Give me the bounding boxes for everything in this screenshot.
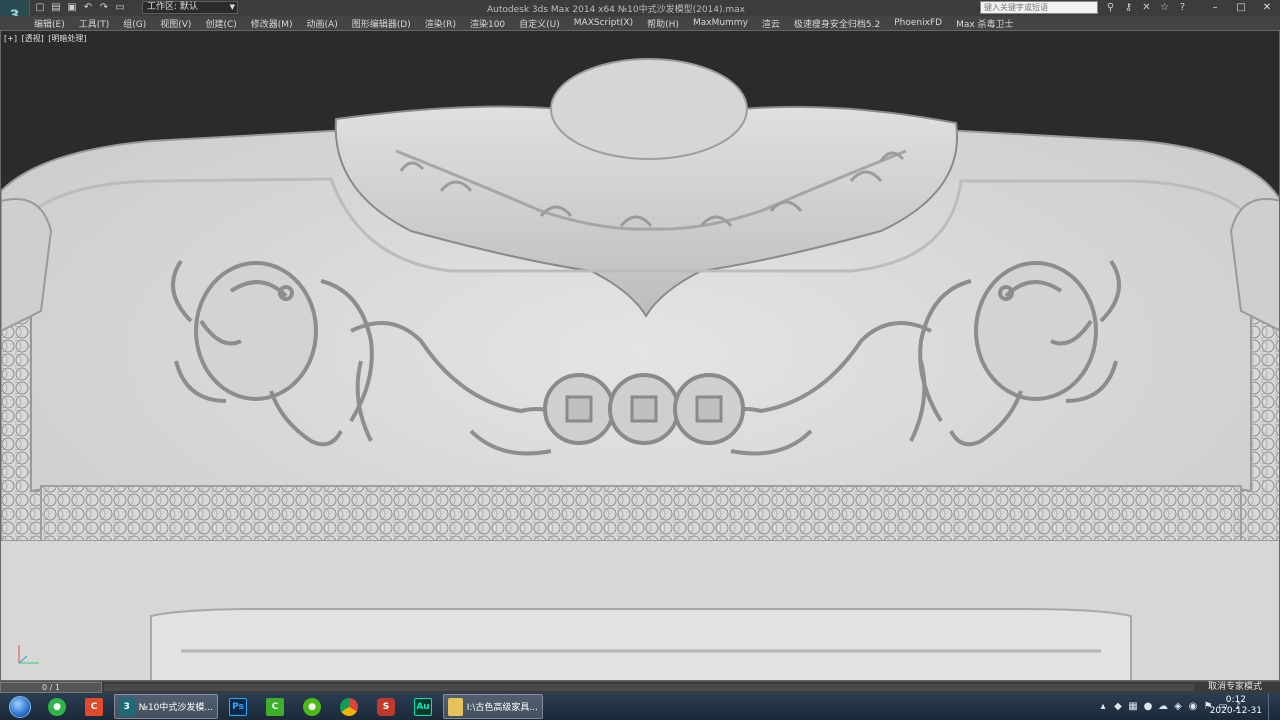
start-button[interactable] (0, 693, 40, 720)
taskbar-3dsmax-label: №10中式沙发模... (138, 703, 213, 713)
tray-app-icon[interactable]: ◆ (1112, 701, 1124, 712)
title-bar: 3 ▢ ▤ ▣ ↶ ↷ ▭ 工作区: 默认 ▼ Autodesk 3ds Max… (0, 0, 1280, 32)
folder-icon (448, 697, 463, 716)
menu-tools[interactable]: 工具(T) (79, 17, 110, 30)
taskbar-3dsmax[interactable]: 3 №10中式沙发模... (114, 694, 218, 719)
axis-gizmo (18, 645, 39, 664)
menu-customize[interactable]: 自定义(U) (519, 17, 560, 30)
taskbar-audition[interactable]: Au (406, 694, 440, 719)
clock-date: 2020-12-31 (1209, 706, 1262, 716)
sketchup-icon: S (377, 697, 395, 716)
windows-logo-icon (9, 695, 31, 718)
menu-renderyun[interactable]: 渲云 (762, 17, 780, 30)
menu-create[interactable]: 创建(C) (205, 17, 236, 30)
audition-icon: Au (414, 697, 432, 716)
viewport-pov-label[interactable]: [透视] (22, 34, 44, 43)
window-title: Autodesk 3ds Max 2014 x64 №10中式沙发模型(2014… (487, 5, 745, 15)
taskbar-explorer[interactable]: I:\古色高级家具... (443, 694, 543, 719)
taskbar-wechat[interactable]: ● (40, 694, 74, 719)
viewport-shading-label[interactable]: [明暗处理] (48, 34, 86, 43)
viewport-label[interactable]: [+] [透视] [明暗处理] (4, 33, 89, 44)
photoshop-icon: Ps (229, 697, 247, 716)
taskbar-explorer-label: I:\古色高级家具... (466, 703, 538, 713)
workspace-dropdown[interactable]: 工作区: 默认 ▼ (142, 1, 238, 14)
frame-counter[interactable]: 0 / 1 (0, 682, 102, 693)
tray-expand-icon[interactable]: ▴ (1097, 701, 1109, 712)
open-file-icon[interactable]: ▤ (50, 2, 62, 14)
menu-archive[interactable]: 极速瘦身安全归档5.2 (794, 17, 880, 30)
tray-cloud-icon[interactable]: ☁ (1157, 701, 1169, 712)
taskbar-photoshop[interactable]: Ps (221, 694, 255, 719)
exchange-icon[interactable]: ✕ (1140, 1, 1153, 14)
menu-bar: 编辑(E) 工具(T) 组(G) 视图(V) 创建(C) 修改器(M) 动画(A… (0, 16, 1280, 30)
window-controls: – □ ✕ (1202, 0, 1280, 16)
save-icon[interactable]: ▣ (66, 2, 78, 14)
menu-views[interactable]: 视图(V) (160, 17, 191, 30)
menu-group[interactable]: 组(G) (123, 17, 146, 30)
redo-icon[interactable]: ↷ (98, 2, 110, 14)
system-clock[interactable]: 0:12 2020-12-31 (1210, 695, 1262, 717)
star-icon[interactable]: ☆ (1158, 1, 1171, 14)
tray-network-icon[interactable]: ▦ (1127, 701, 1139, 712)
taskbar-chrome[interactable] (332, 694, 366, 719)
menu-edit[interactable]: 编辑(E) (34, 17, 65, 30)
sofa-model-render (1, 31, 1279, 680)
workspace-label: 工作区: 默认 (147, 2, 198, 12)
key-icon[interactable]: ⚷ (1122, 1, 1135, 14)
time-slider: 0 / 1 取消专家模式 (0, 681, 1280, 693)
tray-shield-icon[interactable]: ◈ (1172, 701, 1184, 712)
menu-animation[interactable]: 动画(A) (307, 17, 338, 30)
menu-maxscript[interactable]: MAXScript(X) (574, 18, 633, 28)
taskbar-360[interactable]: ● (295, 694, 329, 719)
menu-phoenixfd[interactable]: PhoenixFD (894, 18, 942, 28)
camtasia-icon: C (85, 697, 103, 716)
clock-time: 0:12 (1225, 695, 1246, 705)
taskbar-camtasia-recorder[interactable]: C (258, 694, 292, 719)
help-icon[interactable]: ? (1176, 1, 1189, 14)
maximize-icon[interactable]: □ (1228, 0, 1254, 16)
menu-antivirus[interactable]: Max 杀毒卫士 (956, 17, 1013, 30)
viewport-menu-label[interactable]: [+] (4, 34, 17, 43)
time-slider-track[interactable] (104, 684, 1194, 691)
menu-graph-editors[interactable]: 图形编辑器(D) (352, 17, 411, 30)
menu-help[interactable]: 帮助(H) (647, 17, 679, 30)
windows-taskbar: ● C 3 №10中式沙发模... Ps C ● S Au I:\古色高级家具.… (0, 693, 1280, 720)
undo-icon[interactable]: ↶ (82, 2, 94, 14)
cancel-expert-mode-button[interactable]: 取消专家模式 (1208, 682, 1262, 693)
3dsmax-icon: 3 (119, 697, 135, 716)
tray-qq-icon[interactable]: ◉ (1187, 701, 1199, 712)
binoculars-icon[interactable]: ⚲ (1104, 1, 1117, 14)
menu-rendering[interactable]: 渲染(R) (425, 17, 456, 30)
menu-render100[interactable]: 渲染100 (470, 17, 505, 30)
taskbar-sketchup[interactable]: S (369, 694, 403, 719)
taskbar-camtasia[interactable]: C (77, 694, 111, 719)
chrome-icon (340, 697, 358, 716)
search-input[interactable]: 键入关键字或短语 (980, 1, 1098, 14)
360-icon: ● (303, 697, 321, 716)
perspective-viewport[interactable]: [+] [透视] [明暗处理] (0, 30, 1280, 681)
new-file-icon[interactable]: ▢ (34, 2, 46, 14)
tray-wechat-icon[interactable]: ● (1142, 701, 1154, 712)
camtasia-recorder-icon: C (266, 697, 284, 716)
infocenter-toolbar: ⚲ ⚷ ✕ ☆ ? (1104, 1, 1189, 14)
minimize-icon[interactable]: – (1202, 0, 1228, 16)
chevron-down-icon: ▼ (229, 3, 235, 11)
menu-maxmummy[interactable]: MaxMummy (693, 18, 748, 28)
show-desktop-button[interactable] (1268, 693, 1280, 720)
menu-modifiers[interactable]: 修改器(M) (251, 17, 293, 30)
quick-access-toolbar: ▢ ▤ ▣ ↶ ↷ ▭ (34, 2, 126, 14)
close-icon[interactable]: ✕ (1254, 0, 1280, 16)
project-folder-icon[interactable]: ▭ (114, 2, 126, 14)
wechat-icon: ● (48, 697, 66, 716)
